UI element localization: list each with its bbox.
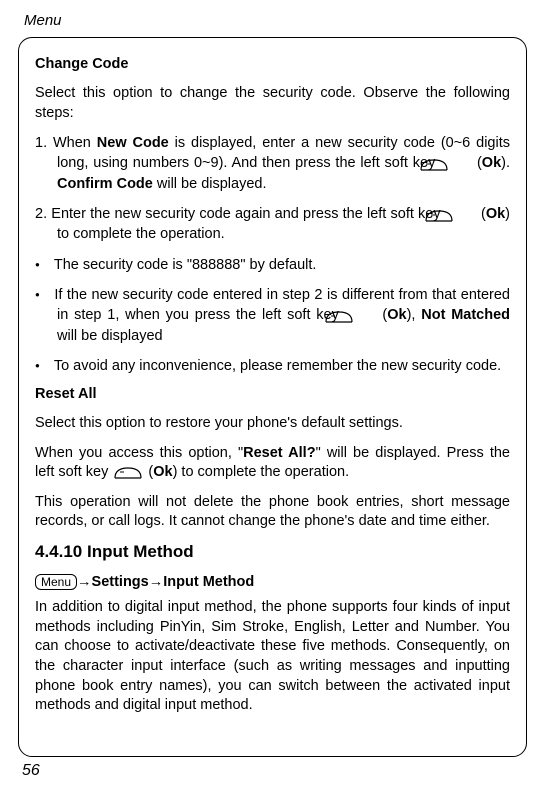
- bullet3-text: To avoid any inconvenience, please remem…: [54, 358, 501, 374]
- step-1: 1. When New Code is displayed, enter a n…: [35, 133, 510, 194]
- reset-p2-d: (: [144, 464, 153, 480]
- nav-path: Menu→Settings→Input Method: [35, 574, 510, 590]
- bullet1-text: The security code is "888888" by default…: [54, 257, 317, 273]
- reset-p2-b: Reset All?: [243, 445, 315, 461]
- page-number: 56: [22, 762, 40, 780]
- input-method-body: In addition to digital input method, the…: [35, 598, 510, 715]
- softkey-icon: [442, 157, 470, 170]
- content-frame: Change Code Select this option to change…: [18, 37, 527, 757]
- bullet-1: The security code is "888888" by default…: [35, 255, 510, 275]
- step1-text-d: (: [472, 155, 482, 171]
- change-code-heading: Change Code: [35, 56, 510, 72]
- bullet2-text-d: ),: [407, 307, 422, 323]
- arrow-icon: →: [77, 574, 92, 590]
- reset-all-p2: When you access this option, "Reset All?…: [35, 444, 510, 483]
- step1-newcode: New Code: [97, 135, 169, 151]
- bullet2-text-b: (: [377, 307, 388, 323]
- change-code-intro: Select this option to change the securit…: [35, 84, 510, 123]
- bullet-icon: [35, 257, 54, 273]
- reset-all-heading: Reset All: [35, 386, 510, 402]
- bullet2-text-f: will be displayed: [57, 328, 163, 344]
- step1-ok: Ok: [482, 155, 501, 171]
- bullet-2: If the new security code entered in step…: [35, 285, 510, 346]
- softkey-icon: [114, 466, 142, 479]
- bullet-icon: [35, 358, 54, 374]
- step2-ok: Ok: [486, 206, 505, 222]
- input-method-heading: 4.4.10 Input Method: [35, 542, 510, 562]
- arrow-icon: →: [149, 574, 164, 590]
- page-header: Menu: [24, 12, 527, 29]
- step-2: 2. Enter the new security code again and…: [35, 204, 510, 245]
- reset-all-p1: Select this option to restore your phone…: [35, 414, 510, 434]
- nav-settings: Settings: [92, 574, 149, 590]
- reset-p2-a: When you access this option, ": [35, 445, 243, 461]
- step1-text-h: will be displayed.: [153, 176, 267, 192]
- reset-all-p3: This operation will not delete the phone…: [35, 493, 510, 532]
- step2-text-b: (: [477, 206, 486, 222]
- reset-p2-f: ) to complete the operation.: [173, 464, 350, 480]
- reset-p2-ok: Ok: [153, 464, 172, 480]
- bullet-3: To avoid any inconvenience, please remem…: [35, 356, 510, 376]
- bullet2-notmatched: Not Matched: [421, 307, 510, 323]
- nav-inputmethod: Input Method: [163, 574, 254, 590]
- step1-text-a: 1. When: [35, 135, 97, 151]
- menu-button-icon: Menu: [35, 574, 77, 590]
- step1-confirm: Confirm Code: [57, 176, 153, 192]
- bullet-icon: [35, 287, 54, 303]
- softkey-icon: [447, 208, 475, 221]
- bullet2-ok: Ok: [387, 307, 406, 323]
- softkey-icon: [347, 309, 375, 322]
- step2-text-a: 2. Enter the new security code again and…: [35, 206, 445, 222]
- step1-text-f: ).: [501, 155, 510, 171]
